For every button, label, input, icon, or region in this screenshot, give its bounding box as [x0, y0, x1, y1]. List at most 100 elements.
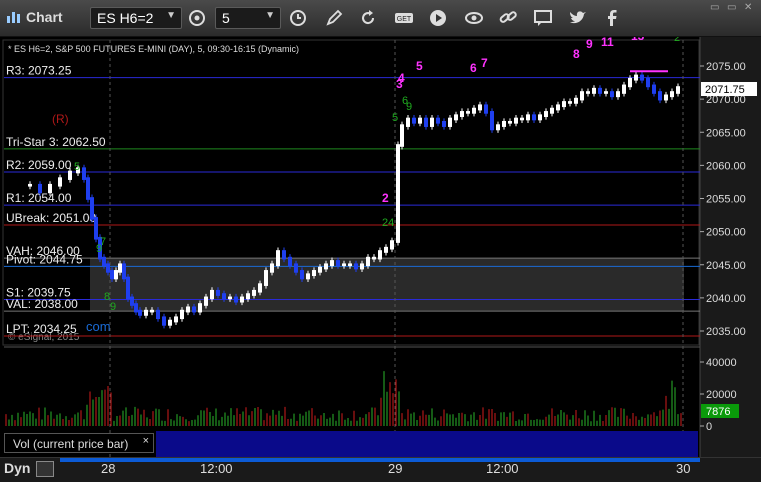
sequential-count-green: 9	[406, 101, 412, 113]
x-label-28: 28	[101, 461, 116, 476]
price-tick-label: 2060.00	[706, 160, 746, 172]
refresh-icon[interactable]	[357, 8, 379, 28]
volume-label-fill	[156, 431, 698, 457]
level-label: Pivot: 2044.75	[6, 252, 83, 266]
chevron-down-icon: ▼	[166, 10, 176, 21]
price-tick-label: 2040.00	[706, 293, 746, 305]
sequential-count-green: 2	[674, 37, 680, 44]
watermark-text: com	[86, 319, 111, 334]
price-bar-body	[288, 256, 292, 267]
price-bar-body	[86, 177, 90, 200]
price-bar-body	[318, 266, 322, 273]
dyn-mode-label[interactable]: Dyn	[4, 460, 30, 476]
price-bar-body	[102, 256, 106, 267]
price-bar-body	[168, 319, 172, 326]
last-price-value: 2071.75	[705, 84, 745, 96]
interval-input[interactable]: 5 ▼	[215, 7, 281, 29]
clock-icon[interactable]	[287, 8, 309, 28]
price-bar-body	[114, 270, 118, 280]
comment-icon[interactable]	[532, 8, 554, 28]
maximize-button[interactable]: ▭	[727, 2, 739, 13]
price-bar-body	[436, 117, 440, 124]
price-bar-body	[330, 260, 334, 267]
x-label-30: 30	[676, 461, 691, 476]
price-bar-body	[156, 309, 160, 320]
sequential-count-magenta: 9	[586, 37, 593, 51]
sequential-count-magenta: 13	[631, 37, 645, 43]
price-bar-body	[418, 117, 422, 124]
price-bar-body	[526, 114, 530, 121]
facebook-icon[interactable]	[601, 8, 623, 28]
price-bar-body	[130, 296, 134, 306]
price-bar-body	[240, 296, 244, 303]
settings-icon[interactable]	[186, 8, 208, 28]
time-axis-bar: Dyn 28 12:00 29 12:00 30	[0, 457, 761, 482]
price-bar-body	[82, 167, 86, 180]
price-bar-body	[616, 91, 620, 98]
sequential-count-green: 5	[74, 161, 80, 173]
pencil-icon[interactable]	[323, 8, 345, 28]
dyn-toggle-icon[interactable]	[36, 461, 54, 477]
price-bar-body	[180, 309, 184, 320]
price-bar-body	[412, 117, 416, 124]
level-label: R1: 2054.00	[6, 191, 72, 205]
close-icon[interactable]: ×	[143, 435, 149, 447]
price-bar-body	[628, 77, 632, 88]
volume-tick-label: 0	[706, 421, 712, 433]
price-bar-body	[48, 183, 52, 194]
price-tick-label: 2055.00	[706, 194, 746, 206]
symbol-input[interactable]: ES H6=2 ▼	[90, 7, 182, 29]
close-button[interactable]: ✕	[744, 2, 756, 13]
price-bar-body	[430, 117, 434, 127]
price-bar-body	[306, 273, 310, 280]
price-bar-body	[282, 250, 286, 260]
link-icon[interactable]	[497, 8, 519, 28]
time-scrollbar[interactable]	[60, 458, 700, 462]
get-icon[interactable]: GET	[393, 8, 415, 28]
sequential-count-magenta: 2	[382, 191, 389, 205]
price-bar-body	[466, 111, 470, 114]
price-bar-body	[532, 114, 536, 121]
price-bar-body	[222, 293, 226, 300]
sequential-count-green: 9	[96, 243, 102, 255]
price-bar-body	[294, 263, 298, 273]
price-bar-body	[342, 263, 346, 267]
price-bar-body	[186, 306, 190, 313]
price-bar-body	[138, 309, 142, 316]
price-bar-body	[246, 293, 250, 300]
price-chart[interactable]: * ES H6=2, S&P 500 FUTURES E-MINI (DAY),…	[0, 37, 761, 457]
price-bar-body	[372, 256, 376, 260]
price-bar-body	[258, 283, 262, 293]
price-bar-body	[538, 114, 542, 121]
volume-study-label[interactable]: Vol (current price bar) ×	[4, 433, 154, 453]
price-bar-body	[490, 111, 494, 131]
price-bar-body	[234, 296, 238, 303]
price-bar-body	[478, 104, 482, 111]
price-bar-body	[520, 117, 524, 121]
play-icon[interactable]	[427, 8, 449, 28]
price-bar-body	[424, 117, 428, 127]
price-bar-body	[174, 316, 178, 323]
price-bar-body	[396, 144, 400, 243]
price-bar-body	[610, 91, 614, 98]
price-bar-body	[366, 256, 370, 267]
price-bar-body	[390, 240, 394, 250]
price-bar-body	[652, 84, 656, 94]
x-label-1200b: 12:00	[486, 461, 519, 476]
price-bar-body	[442, 120, 446, 127]
eye-icon[interactable]	[463, 8, 485, 28]
price-tick-label: 2035.00	[706, 326, 746, 338]
minimize-button[interactable]: ▭	[710, 2, 722, 13]
price-bar-body	[270, 263, 274, 273]
price-bar-body	[502, 120, 506, 127]
price-bar-body	[544, 111, 548, 118]
price-bar-body	[94, 217, 98, 240]
price-bar-body	[592, 87, 596, 94]
price-bar-body	[580, 91, 584, 101]
price-bar-body	[216, 289, 220, 296]
price-bar-body	[378, 250, 382, 260]
sequential-count-magenta: 8	[573, 47, 580, 61]
price-bar-body	[90, 197, 94, 220]
price-bar-body	[264, 270, 268, 286]
twitter-icon[interactable]	[567, 8, 589, 28]
